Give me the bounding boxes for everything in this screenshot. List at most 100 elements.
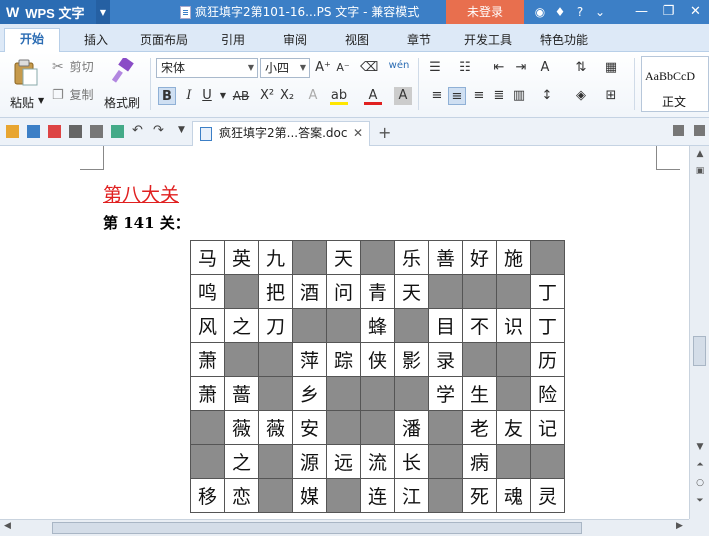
tab-list-icon[interactable] [673,125,684,136]
tab-menu-icon[interactable] [694,125,705,136]
superscript-button[interactable]: X² [258,87,276,105]
titlebar-icons: ◉ ♦ ? ⌄ [530,0,610,24]
horizontal-scrollbar[interactable]: ◀ ▶ [0,519,689,536]
next-page-icon[interactable]: ⏷ [690,496,709,506]
strikethrough-button[interactable]: AB [228,87,254,105]
document-page[interactable]: 第八大关 第 141 关： 马英九天乐善好施鸣把酒问青天丁风之刀蜂目不识丁萧萍踪… [0,146,689,519]
decrease-indent-icon[interactable]: ⇤ [490,59,508,77]
open-folder-icon[interactable] [6,125,19,138]
text-transform-icon[interactable]: A [536,59,554,77]
align-right-icon[interactable]: ≡ [470,87,488,105]
scroll-left-icon[interactable]: ◀ [4,521,11,531]
style-normal[interactable]: AaBbCcD 正文 [641,56,709,112]
grid-cell: 问 [326,274,361,309]
grid-cell: 马 [190,240,225,275]
align-left-icon[interactable]: ≡ [428,87,446,105]
bullet-list-icon[interactable]: ☰ [426,59,444,77]
paste-button[interactable]: 粘贴 ▼ [8,58,44,112]
help-icon[interactable]: ? [570,5,590,19]
chevron-down-icon[interactable]: ▼ [178,125,185,135]
grid-cell-blocked [360,376,395,411]
skin-icon[interactable]: ◉ [530,5,550,19]
print-preview-icon[interactable] [90,125,103,138]
line-spacing-icon[interactable]: ↕ [538,87,556,105]
justify-icon[interactable]: ≣ [490,87,508,105]
new-tab-icon[interactable]: + [378,123,391,142]
table-grid-icon[interactable]: ▦ [602,59,620,77]
scroll-right-icon[interactable]: ▶ [676,521,683,531]
close-icon[interactable]: ✕ [353,122,363,144]
tab-references[interactable]: 引用 [208,30,258,52]
grid-cell: 老 [462,410,497,445]
sort-icon[interactable]: ⇅ [572,59,590,77]
text-effect-icon[interactable]: A [304,87,322,105]
tab-review[interactable]: 审阅 [270,30,320,52]
grid-cell: 历 [530,342,565,377]
tab-chapter[interactable]: 章节 [394,30,444,52]
cut-button[interactable]: ✂ 剪切 [52,58,100,78]
grid-cell-blocked [428,410,463,445]
tab-view[interactable]: 视图 [332,30,382,52]
vertical-scrollbar[interactable]: ▲ ▣ ▼ ⏶ ○ ⏷ [689,146,709,519]
grow-font-icon[interactable]: A⁺ [314,59,332,77]
margin-corner [80,146,104,170]
grid-cell: 把 [258,274,293,309]
copy-button[interactable]: ❐ 复制 [52,86,100,106]
shrink-font-icon[interactable]: A⁻ [334,59,352,77]
clear-format-icon[interactable]: ⌫ [360,59,378,77]
wps-logo-icon: W [6,4,20,20]
tab-page-layout[interactable]: 页面布局 [132,30,196,52]
highlight-icon[interactable]: ab [330,87,348,105]
shirt-icon[interactable]: ♦ [550,5,570,19]
app-menu-button[interactable]: W WPS 文字 ▼ [0,0,110,24]
save-icon[interactable] [27,125,40,138]
select-browse-icon[interactable]: ○ [690,478,709,488]
undo-icon[interactable]: ↶ [132,123,143,138]
chevron-down-icon[interactable]: ⌄ [590,5,610,19]
pinyin-icon[interactable]: wén [386,57,412,75]
tab-home[interactable]: 开始 [4,28,60,53]
grid-cell: 流 [360,444,395,479]
prev-page-icon[interactable]: ⏶ [690,460,709,470]
char-shading-icon[interactable]: A [394,87,412,105]
minimize-icon[interactable]: — [628,0,655,24]
grid-cell: 死 [462,478,497,513]
tab-developer[interactable]: 开发工具 [456,30,520,52]
print-icon[interactable] [69,125,82,138]
redo-icon[interactable]: ↷ [153,123,164,138]
tab-features[interactable]: 特色功能 [532,30,596,52]
restore-icon[interactable]: ❐ [655,0,682,24]
close-icon[interactable]: ✕ [682,0,709,24]
scroll-thumb[interactable] [693,336,706,366]
shading-icon[interactable]: ◈ [572,87,590,105]
export-pdf-icon[interactable] [48,125,61,138]
border-icon[interactable]: ⊞ [602,87,620,105]
font-name-select[interactable]: 宋体 ▼ [156,58,258,78]
italic-button[interactable]: I [180,87,198,105]
font-size-select[interactable]: 小四 ▼ [260,58,310,78]
ruler-icon[interactable]: ▣ [690,166,709,176]
grid-cell: 薇 [224,410,259,445]
distributed-icon[interactable]: ▥ [510,87,528,105]
scroll-up-icon[interactable]: ▲ [690,149,709,159]
format-painter-button[interactable]: 格式刷 [104,58,144,112]
align-center-icon[interactable]: ≡ [448,87,466,105]
font-color-icon[interactable]: A [364,87,382,105]
tab-insert[interactable]: 插入 [70,30,122,52]
grid-cell-blocked [190,444,225,479]
ribbon-tabs: 开始 插入 页面布局 引用 审阅 视图 章节 开发工具 特色功能 [0,24,709,53]
scroll-down-icon[interactable]: ▼ [690,442,709,452]
grid-cell: 蔷 [224,376,259,411]
spell-check-icon[interactable] [111,125,124,138]
document-tab[interactable]: 疯狂填字2第...答案.doc ✕ [192,121,370,146]
bold-button[interactable]: B [158,87,176,105]
grid-row: 之源远流长病 [190,444,565,479]
grid-cell-blocked [462,274,497,309]
subscript-button[interactable]: X₂ [278,87,296,105]
scroll-thumb[interactable] [52,522,582,534]
numbered-list-icon[interactable]: ☷ [456,59,474,77]
grid-cell: 英 [224,240,259,275]
login-button[interactable]: 未登录 [446,0,524,24]
increase-indent-icon[interactable]: ⇥ [512,59,530,77]
grid-cell: 病 [462,444,497,479]
